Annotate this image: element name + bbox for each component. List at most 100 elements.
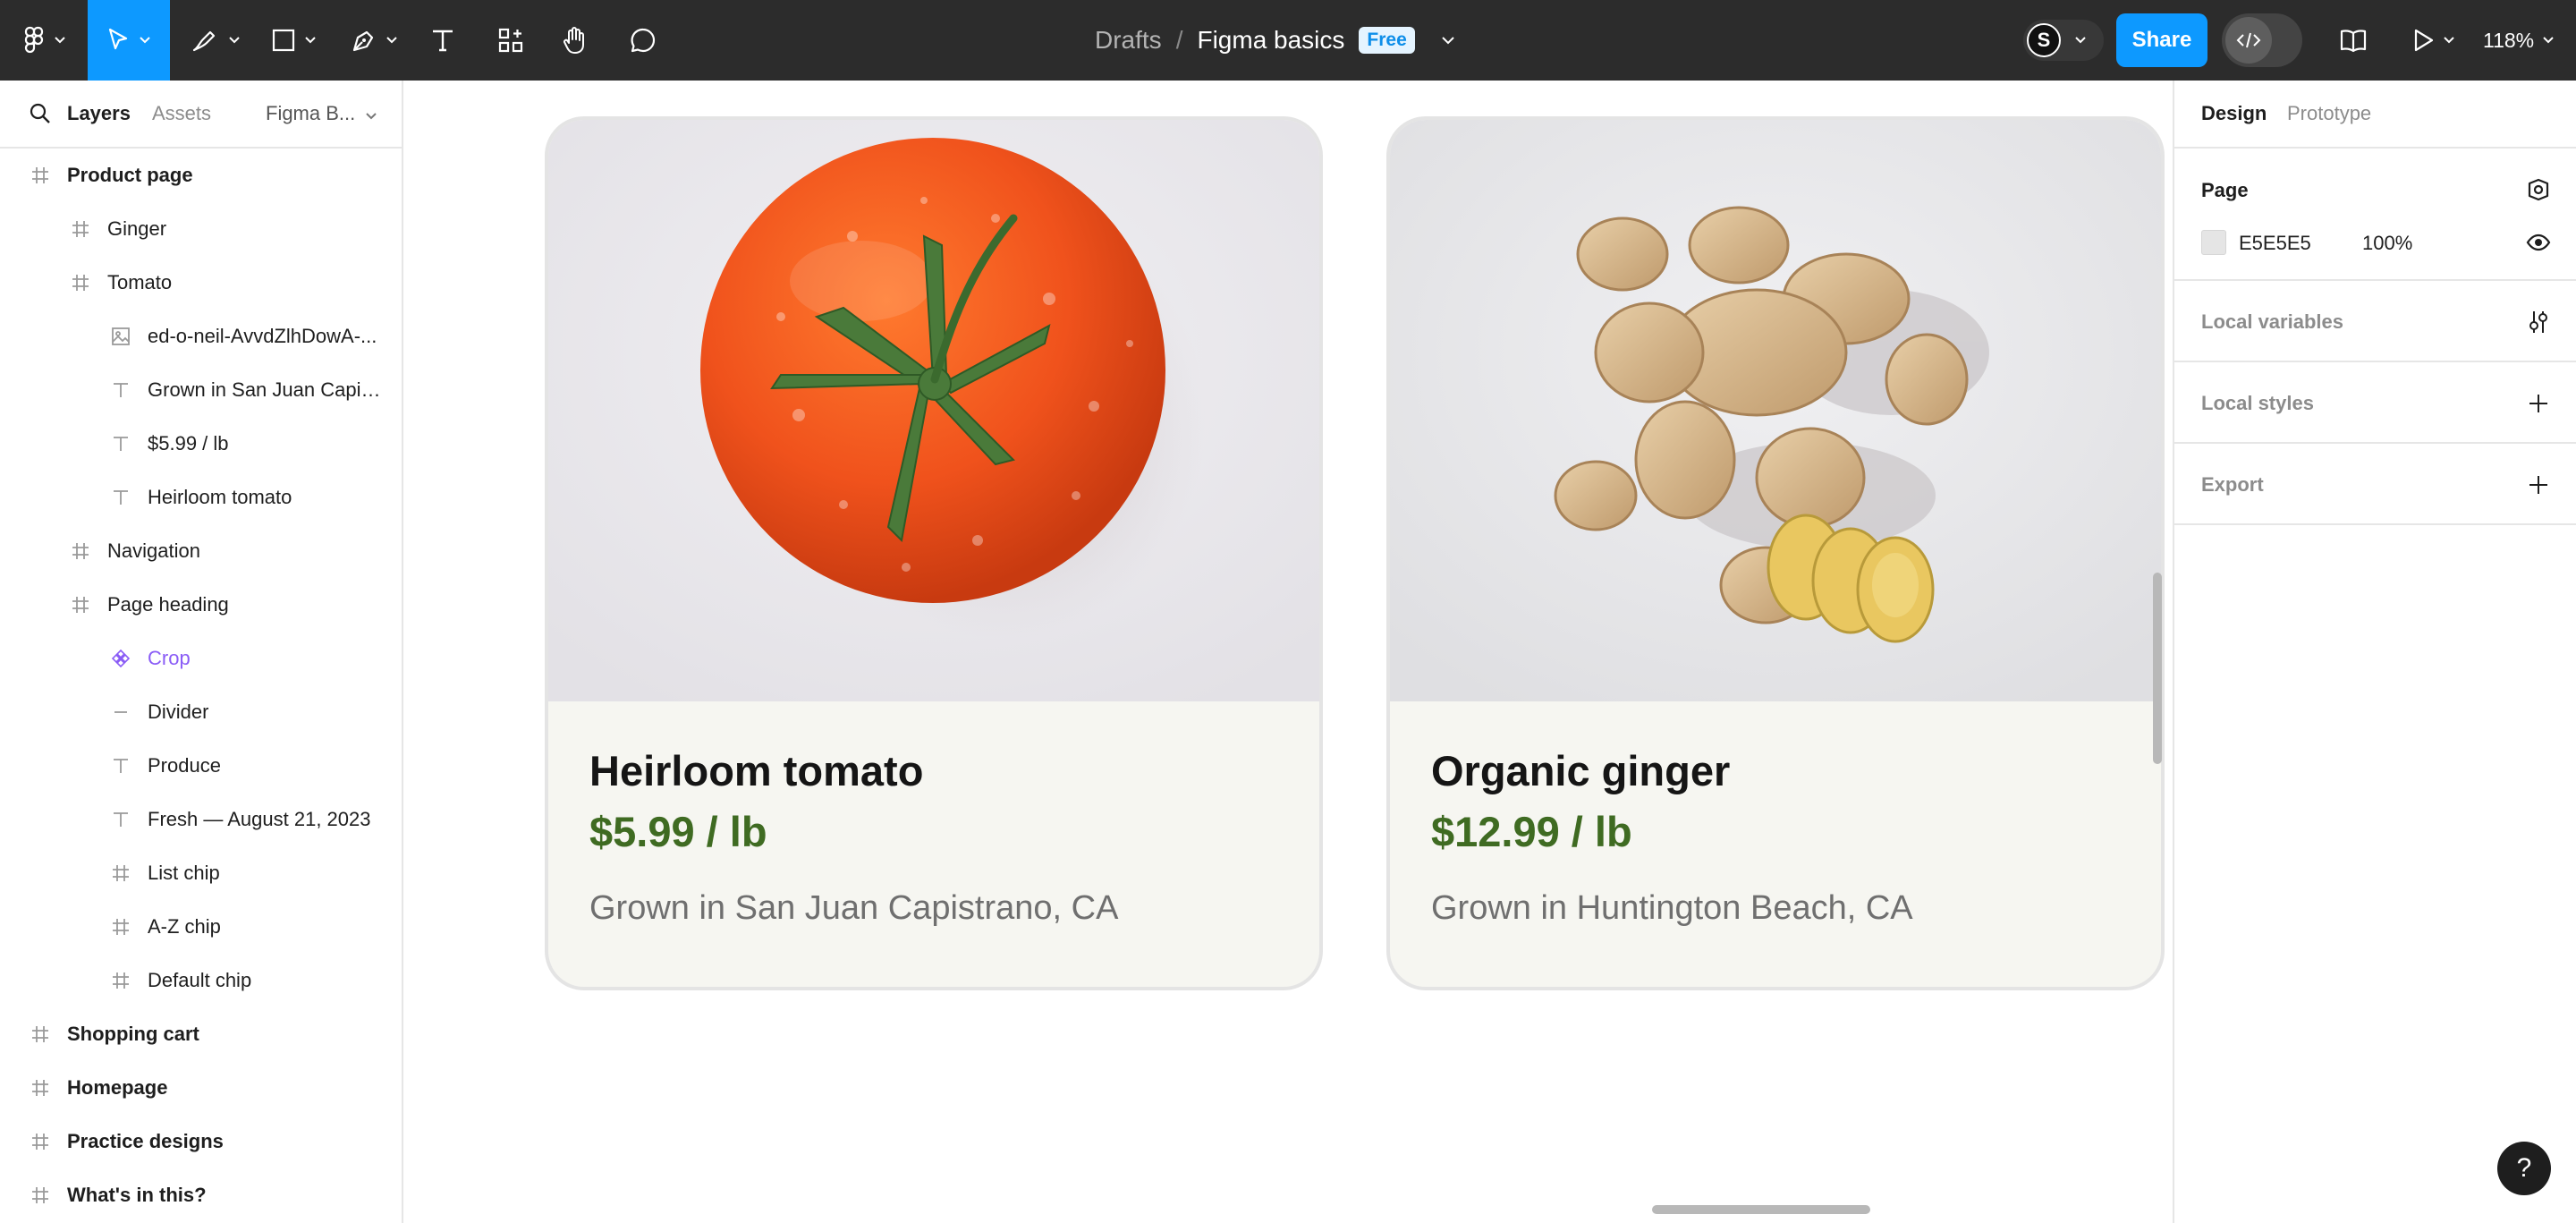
zoom-menu[interactable]: 118%	[2483, 0, 2554, 81]
pen-tool-button[interactable]	[345, 0, 402, 81]
page-color-hex[interactable]: E5E5E5	[2239, 232, 2311, 255]
play-icon	[2413, 28, 2435, 53]
page-color-swatch[interactable]	[2201, 230, 2226, 255]
local-variables-section: Local variables	[2174, 281, 2576, 362]
layer-row[interactable]: Default chip	[0, 954, 402, 1007]
horizontal-scrollbar[interactable]	[1652, 1205, 1870, 1214]
components-tool-button[interactable]	[488, 0, 533, 81]
vector-pen-icon	[351, 27, 377, 54]
layer-row[interactable]: List chip	[0, 846, 402, 900]
file-name[interactable]: Figma basics	[1197, 26, 1344, 55]
tab-layers[interactable]: Layers	[67, 102, 131, 125]
layer-row[interactable]: Crop	[0, 632, 402, 685]
layer-row[interactable]: Navigation	[0, 524, 402, 578]
layer-row[interactable]: Shopping cart	[0, 1007, 402, 1061]
text-icon	[109, 808, 132, 831]
help-button[interactable]: ?	[2497, 1142, 2551, 1195]
share-button[interactable]: Share	[2116, 13, 2207, 67]
layer-label: ed-o-neil-AvvdZlhDowA-...	[148, 325, 377, 347]
page-section: Page E5E5E5 100%	[2174, 149, 2576, 281]
layer-label: What's in this?	[67, 1184, 207, 1206]
frame-icon	[29, 1130, 52, 1153]
layer-row[interactable]: Tomato	[0, 256, 402, 310]
text-icon	[109, 432, 132, 455]
zoom-level: 118%	[2483, 28, 2535, 52]
page-selector-label: Figma B...	[266, 102, 356, 124]
layer-label: Practice designs	[67, 1130, 224, 1152]
layer-row[interactable]: Practice designs	[0, 1115, 402, 1168]
export-label: Export	[2201, 473, 2264, 496]
layer-row[interactable]: Ginger	[0, 202, 402, 256]
search-icon[interactable]	[29, 102, 52, 130]
eye-icon[interactable]	[2526, 230, 2551, 255]
component-instance-icon	[109, 647, 132, 670]
text-icon	[109, 486, 132, 509]
comment-icon	[630, 27, 657, 54]
frame-icon	[69, 539, 92, 563]
frame-icon	[29, 1184, 52, 1207]
text-tool-button[interactable]	[420, 0, 465, 81]
layer-row[interactable]: A-Z chip	[0, 900, 402, 954]
frame-icon	[109, 862, 132, 885]
dev-mode-toggle[interactable]	[2222, 13, 2302, 67]
layer-row[interactable]: ed-o-neil-AvvdZlhDowA-...	[0, 310, 402, 363]
layer-row[interactable]: Homepage	[0, 1061, 402, 1115]
frame-icon	[29, 1023, 52, 1046]
tomato-photo	[548, 120, 1319, 701]
chevron-down-icon	[229, 37, 240, 44]
page-color-opacity[interactable]: 100%	[2362, 232, 2412, 255]
product-card-ginger[interactable]: Organic ginger $12.99 / lb Grown in Hunt…	[1386, 116, 2165, 990]
layer-row[interactable]: Produce	[0, 739, 402, 793]
variables-sliders-icon[interactable]	[2526, 310, 2551, 335]
hand-tool-button[interactable]	[553, 0, 597, 81]
vertical-scrollbar[interactable]	[2153, 573, 2162, 764]
card-price: $5.99 / lb	[589, 808, 767, 855]
card-price: $12.99 / lb	[1431, 808, 1632, 855]
pencil-tool-button[interactable]	[184, 0, 247, 81]
figma-logo-icon	[24, 26, 46, 55]
layer-row[interactable]: Page heading	[0, 578, 402, 632]
book-icon	[2339, 28, 2368, 53]
add-export-plus-icon[interactable]	[2526, 472, 2551, 497]
comment-tool-button[interactable]	[621, 0, 665, 81]
frame-icon	[29, 1076, 52, 1100]
layer-row[interactable]: What's in this?	[0, 1168, 402, 1222]
card-title: Organic ginger	[1431, 747, 1731, 794]
page-settings-icon[interactable]	[2526, 177, 2551, 202]
user-menu[interactable]: S	[2023, 20, 2104, 61]
layer-row[interactable]: Product page	[0, 149, 402, 202]
layer-row[interactable]: Grown in San Juan Capist...	[0, 363, 402, 417]
local-styles-section: Local styles	[2174, 362, 2576, 444]
layer-row[interactable]: $5.99 / lb	[0, 417, 402, 471]
library-button[interactable]	[2333, 0, 2374, 81]
tab-prototype[interactable]: Prototype	[2287, 102, 2371, 125]
hand-tool-icon	[562, 26, 589, 55]
chevron-down-icon	[2444, 37, 2454, 44]
shape-tool-button[interactable]	[265, 0, 322, 81]
chevron-down-icon	[140, 37, 150, 44]
chevron-down-icon	[386, 37, 397, 44]
layer-label: Default chip	[148, 969, 252, 991]
product-card-tomato[interactable]: Heirloom tomato $5.99 / lb Grown in San …	[545, 116, 1323, 990]
layer-label: Divider	[148, 701, 209, 723]
tab-design[interactable]: Design	[2201, 102, 2267, 125]
layer-row[interactable]: Heirloom tomato	[0, 471, 402, 524]
frame-icon	[109, 915, 132, 938]
breadcrumb-folder[interactable]: Drafts	[1095, 26, 1162, 55]
design-canvas[interactable]: Heirloom tomato $5.99 / lb Grown in San …	[403, 81, 2173, 1223]
layer-row[interactable]: Divider	[0, 685, 402, 739]
layer-label: Homepage	[67, 1076, 168, 1099]
text-tool-icon	[429, 27, 456, 54]
layer-label: Tomato	[107, 271, 173, 293]
layer-row[interactable]: Fresh — August 21, 2023	[0, 793, 402, 846]
frame-icon	[69, 271, 92, 294]
tab-assets[interactable]: Assets	[152, 102, 211, 125]
frame-icon	[29, 164, 52, 187]
present-button[interactable]	[2406, 0, 2462, 81]
move-tool-button[interactable]	[88, 0, 170, 81]
figma-menu-button[interactable]	[18, 0, 72, 81]
add-style-plus-icon[interactable]	[2526, 391, 2551, 416]
layer-label: Heirloom tomato	[148, 486, 292, 508]
file-menu-chevron-icon[interactable]	[1442, 36, 1454, 45]
page-selector[interactable]: Figma B...	[266, 102, 377, 125]
